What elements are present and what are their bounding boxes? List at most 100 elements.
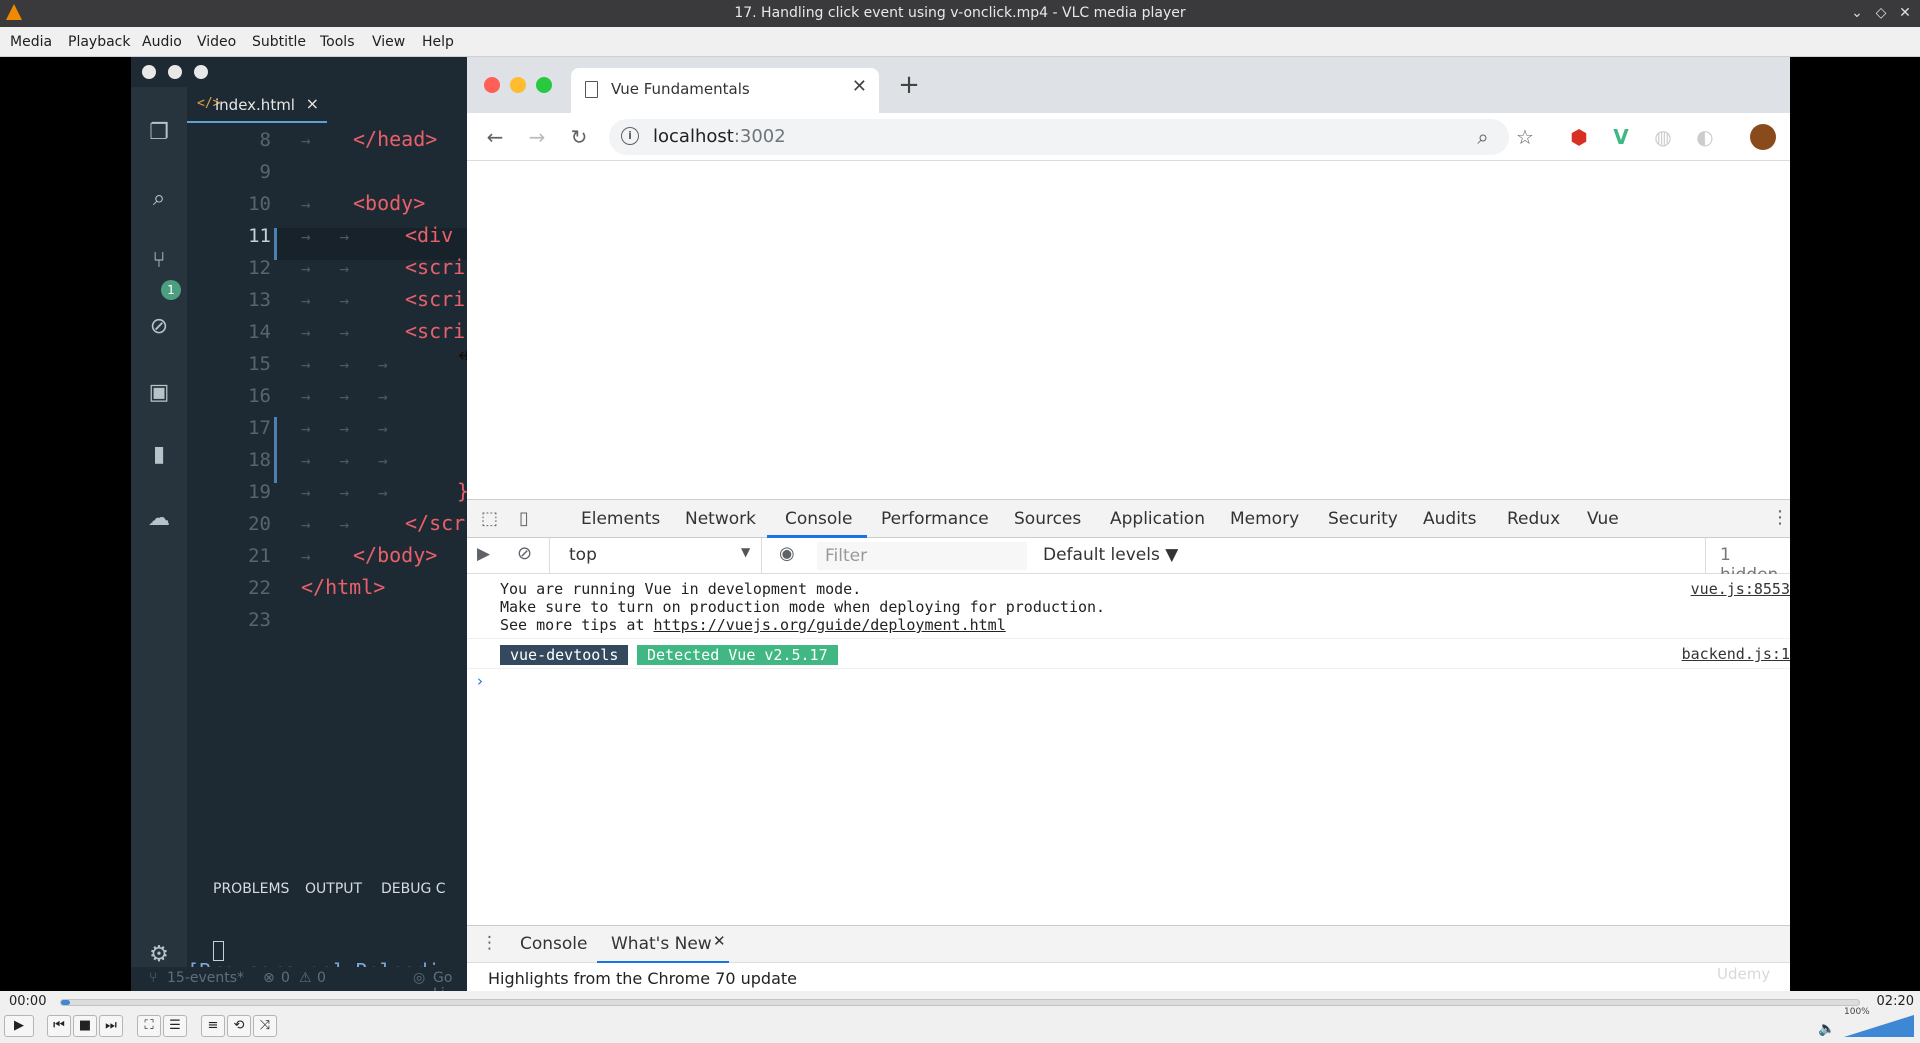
line-number: 15: [248, 353, 271, 375]
zoom-dot[interactable]: [536, 77, 552, 93]
device-toolbar-icon[interactable]: ▯: [519, 508, 529, 529]
code-line-10: <body>: [353, 191, 426, 215]
drawer-tab-whats-new[interactable]: What's New: [611, 934, 712, 954]
reload-icon[interactable]: ↻: [565, 123, 593, 151]
scm-badge: 1: [161, 280, 181, 300]
code-line-19: }: [457, 479, 467, 503]
eye-icon[interactable]: ◉: [779, 543, 795, 564]
close-dot: [142, 65, 156, 79]
info-icon[interactable]: i: [621, 127, 639, 145]
ublock-icon[interactable]: ⬢: [1565, 123, 1593, 151]
tab-memory[interactable]: Memory: [1230, 509, 1299, 529]
log-levels-dropdown[interactable]: Default levels ▼: [1043, 545, 1178, 565]
menu-help[interactable]: Help: [422, 34, 454, 50]
url-text[interactable]: localhost:3002: [653, 126, 786, 147]
more-options-icon[interactable]: ⋮: [481, 933, 498, 953]
loop-button[interactable]: ⟲: [227, 1015, 251, 1037]
indent-guide: → →: [301, 291, 350, 310]
vlc-title-bar: 17. Handling click event using v-onclick…: [0, 0, 1920, 27]
bookmark-star-icon[interactable]: ☆: [1511, 123, 1539, 151]
back-icon[interactable]: ←: [481, 123, 509, 151]
panel-tab-output: OUTPUT: [305, 881, 363, 897]
address-bar[interactable]: i localhost:3002: [609, 119, 1509, 155]
sidebar-toggle-icon[interactable]: ▶: [477, 544, 490, 564]
close-dot[interactable]: [484, 77, 500, 93]
chevron-down-icon[interactable]: ▼: [741, 545, 750, 559]
window-title: 17. Handling click event using v-onclick…: [734, 5, 1186, 21]
tab-redux[interactable]: Redux: [1507, 509, 1560, 529]
tab-application[interactable]: Application: [1110, 509, 1205, 529]
fullscreen-button[interactable]: ⛶: [137, 1015, 161, 1037]
line-number: 19: [248, 481, 271, 503]
tab-console[interactable]: Console: [785, 509, 853, 529]
previous-button[interactable]: ⏮: [47, 1015, 71, 1037]
console-message-line: You are running Vue in development mode.: [500, 580, 862, 598]
branch-icon: ⑂: [149, 970, 158, 986]
play-button[interactable]: ▶: [4, 1015, 34, 1037]
extension-icon[interactable]: ◍: [1649, 123, 1677, 151]
next-button[interactable]: ⏭: [99, 1015, 123, 1037]
filter-placeholder: Filter: [825, 546, 868, 566]
menu-view[interactable]: View: [372, 34, 405, 50]
vue-devtools-icon[interactable]: V: [1607, 123, 1635, 151]
inspect-icon[interactable]: ⬚: [481, 508, 498, 529]
volume-slider[interactable]: 100%: [1834, 1007, 1914, 1037]
docker-icon: ☁: [148, 506, 170, 531]
close-tab-icon[interactable]: ✕: [852, 76, 867, 97]
indent-guide: → → →: [301, 355, 388, 374]
volume-label: 100%: [1844, 1007, 1870, 1017]
page-content[interactable]: [467, 161, 1790, 499]
console-prompt-icon[interactable]: ›: [477, 672, 483, 690]
tab-security[interactable]: Security: [1328, 509, 1398, 529]
zoom-icon[interactable]: ⌕: [1469, 123, 1497, 151]
avatar[interactable]: [1750, 124, 1776, 150]
drawer-tab-console[interactable]: Console: [520, 934, 588, 954]
clear-console-icon[interactable]: ⊘: [517, 543, 532, 564]
browser-tab[interactable]: Vue Fundamentals ✕: [571, 68, 879, 113]
tab-elements[interactable]: Elements: [581, 509, 660, 529]
context-selector[interactable]: top: [569, 545, 597, 565]
minimize-dot[interactable]: [510, 77, 526, 93]
extensions-icon: ▣: [148, 380, 170, 405]
tab-audits[interactable]: Audits: [1423, 509, 1476, 529]
shuffle-button[interactable]: ⤨: [253, 1015, 277, 1037]
menu-playback[interactable]: Playback: [68, 34, 130, 50]
minimize-icon[interactable]: ⌄: [1847, 3, 1867, 23]
close-icon[interactable]: ✕: [713, 932, 726, 950]
warning-icon: ⚠: [299, 970, 312, 986]
tab-network[interactable]: Network: [685, 509, 756, 529]
gutter-modified-marker: [274, 228, 277, 260]
seek-bar[interactable]: [60, 999, 1860, 1006]
maximize-icon[interactable]: ◇: [1871, 3, 1891, 23]
playlist-button[interactable]: ≡: [201, 1015, 225, 1037]
filter-input[interactable]: Filter: [817, 542, 1027, 570]
devtools-tabs: ⬚ ▯ Elements Network Console Performance…: [467, 500, 1790, 538]
extended-settings-button[interactable]: ☰: [163, 1015, 187, 1037]
terminal-output: [Browsersync] Reloadi: [187, 911, 467, 983]
menu-video[interactable]: Video: [197, 34, 236, 50]
close-icon[interactable]: ✕: [1895, 3, 1915, 23]
line-number: 18: [248, 449, 271, 471]
menu-tools[interactable]: Tools: [320, 34, 355, 50]
drawer-tabs: ⋮ Console What's New ✕: [467, 925, 1790, 964]
menu-audio[interactable]: Audio: [142, 34, 182, 50]
menu-media[interactable]: Media: [10, 34, 52, 50]
new-tab-button[interactable]: +: [897, 72, 921, 98]
extension-icon[interactable]: ◐: [1691, 123, 1719, 151]
deployment-link[interactable]: https://vuejs.org/guide/deployment.html: [654, 616, 1006, 634]
menu-subtitle[interactable]: Subtitle: [252, 34, 306, 50]
line-number: 9: [259, 161, 271, 183]
tab-performance[interactable]: Performance: [881, 509, 989, 529]
line-number: 21: [248, 545, 271, 567]
forward-icon[interactable]: →: [523, 123, 551, 151]
more-options-icon[interactable]: ⋮: [1771, 507, 1789, 528]
indent-guide: → → →: [301, 483, 388, 502]
line-number: 20: [248, 513, 271, 535]
tab-vue[interactable]: Vue: [1587, 509, 1619, 529]
console-toolbar: ▶ ⊘ top ▼ ◉ Filter Default levels ▼ 1 hi…: [467, 538, 1790, 585]
source-link[interactable]: vue.js:8553: [1691, 580, 1790, 598]
mute-icon[interactable]: 🔈: [1818, 1021, 1835, 1037]
source-link[interactable]: backend.js:1: [1682, 645, 1790, 663]
stop-button[interactable]: ■: [73, 1015, 97, 1037]
tab-sources[interactable]: Sources: [1014, 509, 1081, 529]
